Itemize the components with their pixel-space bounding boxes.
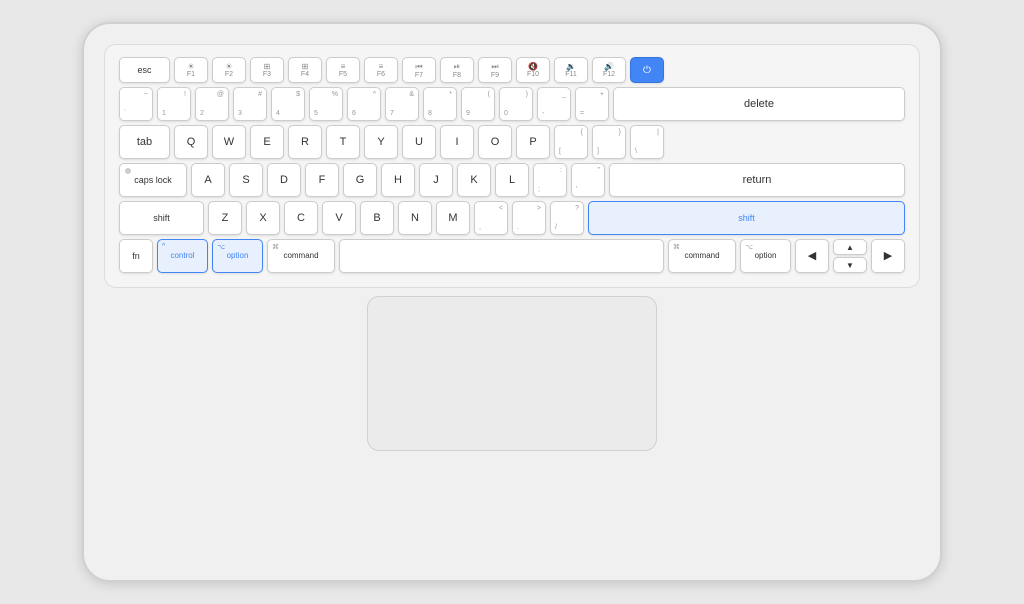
key-power[interactable]: ⏻ (630, 57, 664, 83)
key-8[interactable]: * 8 (423, 87, 457, 121)
key-equals[interactable]: + = (575, 87, 609, 121)
trackpad[interactable] (367, 296, 657, 451)
key-arrow-right[interactable]: ▶ (871, 239, 905, 273)
key-u[interactable]: U (402, 125, 436, 159)
key-g[interactable]: G (343, 163, 377, 197)
key-x[interactable]: X (246, 201, 280, 235)
key-f3[interactable]: ⊞ F3 (250, 57, 284, 83)
key-0[interactable]: ) 0 (499, 87, 533, 121)
key-f6[interactable]: ≡ F6 (364, 57, 398, 83)
key-comma[interactable]: < , (474, 201, 508, 235)
key-k[interactable]: K (457, 163, 491, 197)
key-f4[interactable]: ⊞ F4 (288, 57, 322, 83)
key-caps-lock[interactable]: caps lock (119, 163, 187, 197)
key-fn[interactable]: fn (119, 239, 153, 273)
key-i[interactable]: I (440, 125, 474, 159)
key-9[interactable]: ( 9 (461, 87, 495, 121)
key-f10[interactable]: 🔇 F10 (516, 57, 550, 83)
key-v[interactable]: V (322, 201, 356, 235)
key-n[interactable]: N (398, 201, 432, 235)
key-b[interactable]: B (360, 201, 394, 235)
key-command-left[interactable]: ⌘ command (267, 239, 335, 273)
key-5[interactable]: % 5 (309, 87, 343, 121)
key-y[interactable]: Y (364, 125, 398, 159)
key-space[interactable] (339, 239, 664, 273)
number-row: ~ ` ! 1 @ 2 # 3 $ 4 % 5 (119, 87, 905, 121)
key-return[interactable]: return (609, 163, 905, 197)
key-arrow-down[interactable]: ▼ (833, 257, 867, 273)
asdf-row: caps lock A S D F G H J K L : ; " ' retu… (119, 163, 905, 197)
key-4[interactable]: $ 4 (271, 87, 305, 121)
key-c[interactable]: C (284, 201, 318, 235)
key-m[interactable]: M (436, 201, 470, 235)
key-f2[interactable]: ☀ F2 (212, 57, 246, 83)
key-arrow-up[interactable]: ▲ (833, 239, 867, 255)
key-arrow-up-down-container: ▲ ▼ (833, 239, 867, 273)
key-slash[interactable]: ? / (550, 201, 584, 235)
key-z[interactable]: Z (208, 201, 242, 235)
key-semicolon[interactable]: : ; (533, 163, 567, 197)
key-period[interactable]: > . (512, 201, 546, 235)
key-o[interactable]: O (478, 125, 512, 159)
key-e[interactable]: E (250, 125, 284, 159)
key-f8[interactable]: ⏯ F8 (440, 57, 474, 83)
key-bracket-left[interactable]: { [ (554, 125, 588, 159)
key-shift-left[interactable]: shift (119, 201, 204, 235)
key-a[interactable]: A (191, 163, 225, 197)
key-t[interactable]: T (326, 125, 360, 159)
key-shift-right[interactable]: shift (588, 201, 905, 235)
fn-row: esc ☀ F1 ☀ F2 ⊞ F3 ⊞ F4 ≡ F5 (119, 57, 905, 83)
key-d[interactable]: D (267, 163, 301, 197)
key-3[interactable]: # 3 (233, 87, 267, 121)
key-q[interactable]: Q (174, 125, 208, 159)
key-f7[interactable]: ⏮ F7 (402, 57, 436, 83)
key-6[interactable]: ^ 6 (347, 87, 381, 121)
key-option-left[interactable]: ⌥ option (212, 239, 263, 273)
key-backtick[interactable]: ~ ` (119, 87, 153, 121)
key-f[interactable]: F (305, 163, 339, 197)
keyboard: esc ☀ F1 ☀ F2 ⊞ F3 ⊞ F4 ≡ F5 (104, 44, 920, 288)
key-delete[interactable]: delete (613, 87, 905, 121)
key-bracket-right[interactable]: } ] (592, 125, 626, 159)
key-l[interactable]: L (495, 163, 529, 197)
zxcv-row: shift Z X C V B N M < , > . ? / shift (119, 201, 905, 235)
key-1[interactable]: ! 1 (157, 87, 191, 121)
laptop-body: esc ☀ F1 ☀ F2 ⊞ F3 ⊞ F4 ≡ F5 (82, 22, 942, 582)
key-tab[interactable]: tab (119, 125, 170, 159)
key-r[interactable]: R (288, 125, 322, 159)
key-backslash[interactable]: | \ (630, 125, 664, 159)
key-f12[interactable]: 🔊 F12 (592, 57, 626, 83)
key-f9[interactable]: ⏭ F9 (478, 57, 512, 83)
key-arrow-left[interactable]: ◀ (795, 239, 829, 273)
key-7[interactable]: & 7 (385, 87, 419, 121)
key-command-right[interactable]: ⌘ command (668, 239, 736, 273)
key-f5[interactable]: ≡ F5 (326, 57, 360, 83)
key-h[interactable]: H (381, 163, 415, 197)
key-w[interactable]: W (212, 125, 246, 159)
key-esc[interactable]: esc (119, 57, 170, 83)
key-2[interactable]: @ 2 (195, 87, 229, 121)
key-f1[interactable]: ☀ F1 (174, 57, 208, 83)
key-control[interactable]: ^ control (157, 239, 208, 273)
key-p[interactable]: P (516, 125, 550, 159)
bottom-row: fn ^ control ⌥ option ⌘ command ⌘ comman… (119, 239, 905, 273)
key-j[interactable]: J (419, 163, 453, 197)
caps-lock-indicator (125, 168, 131, 174)
key-minus[interactable]: _ - (537, 87, 571, 121)
key-quote[interactable]: " ' (571, 163, 605, 197)
key-option-right[interactable]: ⌥ option (740, 239, 791, 273)
qwerty-row: tab Q W E R T Y U I O P { [ } ] | \ (119, 125, 905, 159)
key-f11[interactable]: 🔉 F11 (554, 57, 588, 83)
key-s[interactable]: S (229, 163, 263, 197)
